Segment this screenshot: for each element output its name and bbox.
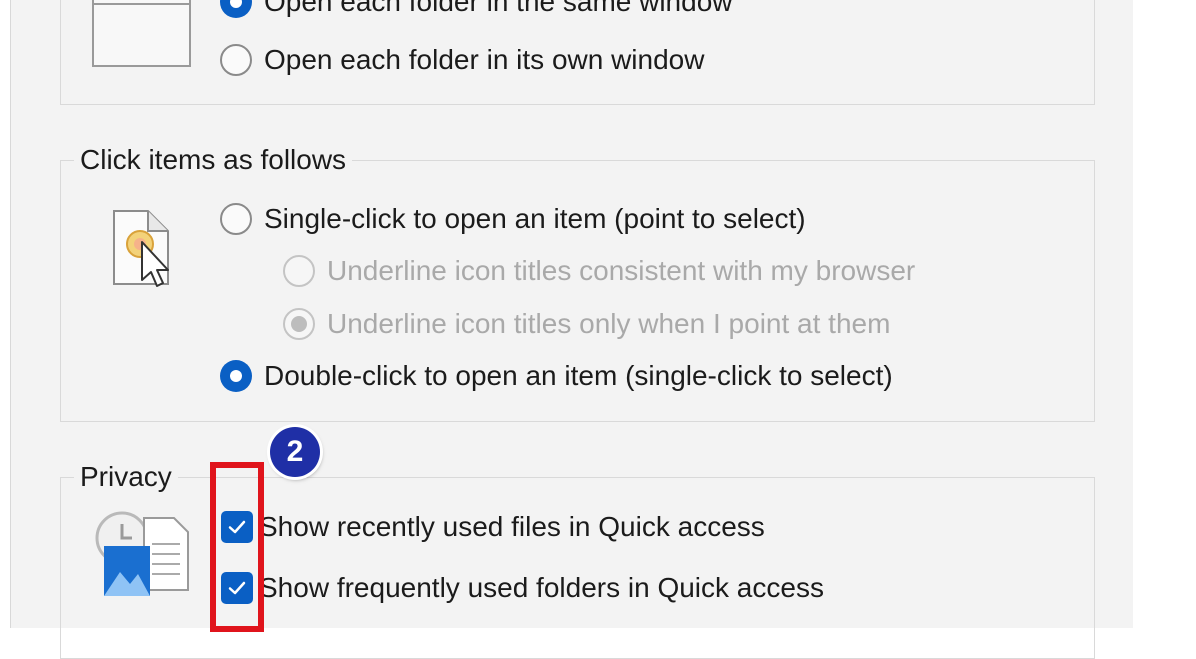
privacy-title: Privacy (74, 461, 178, 493)
single-click-radio[interactable] (220, 203, 252, 235)
frequent-folders-label: Show frequently used folders in Quick ac… (259, 572, 824, 603)
open-own-window-label: Open each folder in its own window (264, 44, 705, 75)
window-preview-icon (92, 0, 192, 73)
double-click-radio[interactable] (220, 360, 252, 392)
underline-point-label: Underline icon titles only when I point … (327, 308, 891, 339)
open-same-window-radio[interactable] (220, 0, 252, 18)
frequent-folders-option[interactable]: Show frequently used folders in Quick ac… (221, 572, 824, 604)
underline-point-option: Underline icon titles only when I point … (283, 308, 890, 340)
privacy-quick-access-icon (94, 510, 194, 605)
underline-point-radio (283, 308, 315, 340)
click-items-title: Click items as follows (74, 144, 353, 176)
single-click-option[interactable]: Single-click to open an item (point to s… (220, 203, 806, 235)
open-own-window-radio[interactable] (220, 44, 252, 76)
underline-browser-label: Underline icon titles consistent with my… (327, 255, 916, 286)
recent-files-option[interactable]: Show recently used files in Quick access (221, 511, 765, 543)
underline-browser-option: Underline icon titles consistent with my… (283, 255, 915, 287)
recent-files-label: Show recently used files in Quick access (259, 511, 765, 542)
single-click-label: Single-click to open an item (point to s… (264, 203, 806, 234)
open-own-window-option[interactable]: Open each folder in its own window (220, 44, 704, 76)
open-same-window-option[interactable]: Open each folder in the same window (220, 0, 733, 18)
double-click-option[interactable]: Double-click to open an item (single-cli… (220, 360, 893, 392)
double-click-label: Double-click to open an item (single-cli… (264, 360, 893, 391)
single-click-pointer-icon (110, 208, 178, 299)
underline-browser-radio (283, 255, 315, 287)
checkbox-highlight-box (210, 462, 264, 632)
open-same-window-label: Open each folder in the same window (264, 0, 733, 17)
step-number-badge: 2 (270, 427, 320, 477)
